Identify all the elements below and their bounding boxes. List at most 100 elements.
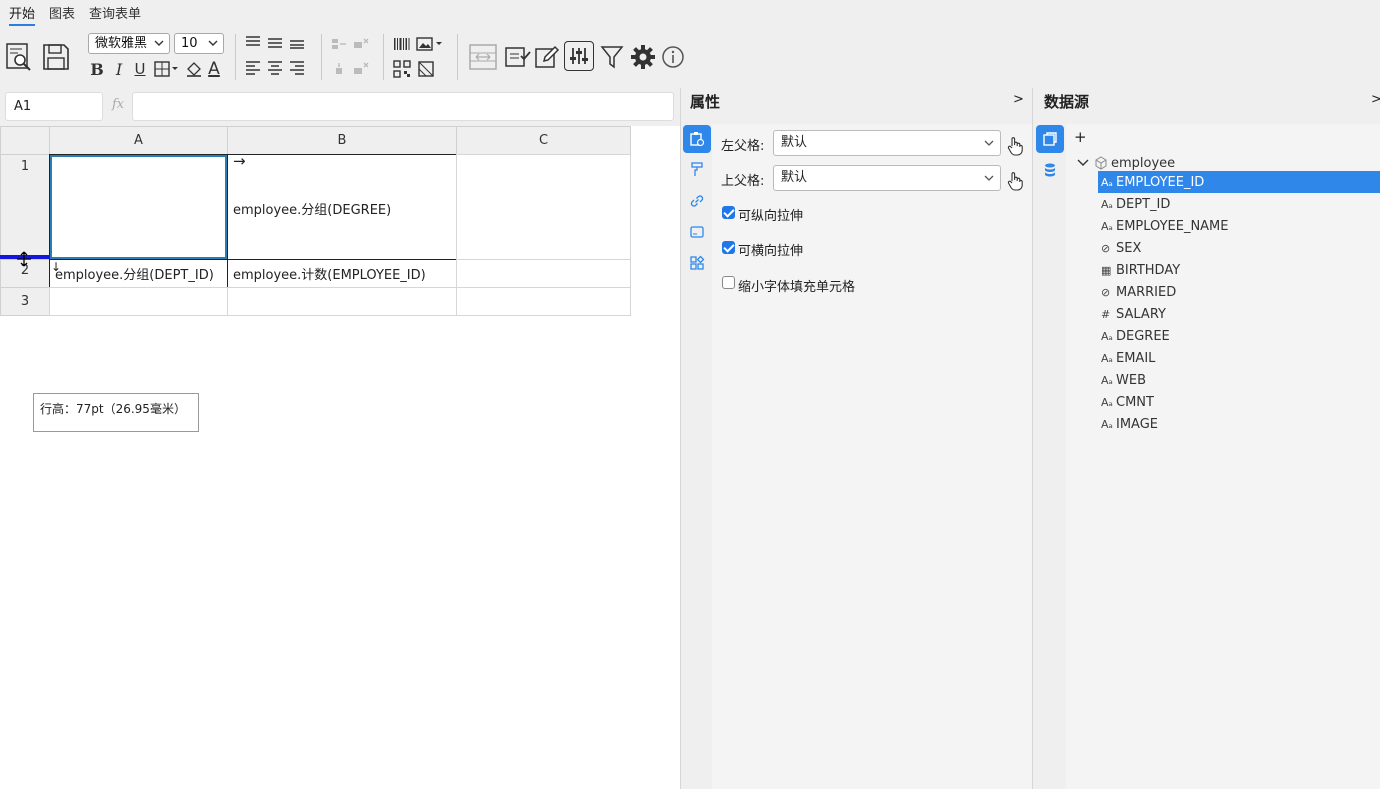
barcode-button[interactable]	[392, 36, 412, 52]
column-header-b[interactable]: B	[227, 126, 457, 155]
align-center-icon	[268, 61, 282, 75]
row-header-1[interactable]: 1	[0, 154, 50, 260]
spreadsheet-grid: A B C 1 2 3 → employee.分组(DEGREE) ↓ empl…	[0, 126, 680, 789]
align-center-button[interactable]	[266, 59, 284, 77]
row-header-3[interactable]: 3	[0, 287, 50, 316]
database-tab[interactable]	[1036, 156, 1064, 184]
properties-collapse-button[interactable]: >	[1013, 92, 1024, 107]
filter-button[interactable]	[598, 41, 626, 73]
delete-row-button[interactable]	[352, 61, 370, 77]
format-tab[interactable]	[683, 156, 711, 184]
cell-b2[interactable]: employee.计数(EMPLOYEE_ID)	[227, 259, 457, 288]
dataset-icon	[1043, 132, 1057, 146]
border-button[interactable]	[153, 59, 181, 79]
fill-color-button[interactable]	[185, 59, 203, 79]
image-button[interactable]	[416, 36, 444, 52]
pointer-pick-icon[interactable]	[1006, 171, 1024, 191]
top-parent-select[interactable]: 默认	[773, 165, 1001, 191]
text-type-icon: Aₐ	[1101, 395, 1113, 409]
left-parent-label: 左父格:	[721, 139, 765, 154]
cell-b1[interactable]: → employee.分组(DEGREE)	[227, 154, 457, 260]
expand-right-arrow: →	[233, 154, 246, 170]
cell-a3[interactable]	[49, 287, 228, 316]
column-header-c[interactable]: C	[456, 126, 631, 155]
widget-tab[interactable]	[683, 249, 711, 277]
field-label: BIRTHDAY	[1116, 262, 1181, 278]
field-employee-id[interactable]: Aₐ EMPLOYEE_ID	[1098, 171, 1380, 193]
field-salary[interactable]: # SALARY	[1098, 303, 1380, 325]
cell-properties-tab[interactable]	[683, 125, 711, 153]
tab-start[interactable]: 开始	[9, 3, 36, 26]
column-header-a[interactable]: A	[49, 126, 228, 155]
field-email[interactable]: Aₐ EMAIL	[1098, 347, 1380, 369]
font-color-button[interactable]: A	[205, 58, 223, 80]
field-birthday[interactable]: ▦ BIRTHDAY	[1098, 259, 1380, 281]
field-sex[interactable]: ⊘ SEX	[1098, 237, 1380, 259]
cell-selection	[50, 155, 227, 259]
field-label: EMAIL	[1116, 350, 1156, 366]
row-column-button[interactable]	[467, 41, 499, 73]
hyperlink-tab[interactable]	[683, 187, 711, 215]
datasource-collapse-button[interactable]: >	[1371, 92, 1380, 107]
cell-c3[interactable]	[456, 287, 631, 316]
font-family-value: 微软雅黑	[95, 36, 148, 51]
italic-button[interactable]: I	[110, 59, 128, 79]
qrcode-button[interactable]	[392, 60, 412, 78]
align-left-icon	[246, 61, 260, 75]
left-parent-select[interactable]: 默认	[773, 130, 1001, 156]
display-tab[interactable]	[683, 218, 711, 246]
pointer-pick-icon[interactable]	[1006, 136, 1024, 156]
field-image[interactable]: Aₐ IMAGE	[1098, 413, 1380, 435]
corner-header[interactable]	[0, 126, 50, 155]
bold-button[interactable]: B	[88, 59, 106, 79]
field-dept-id[interactable]: Aₐ DEPT_ID	[1098, 193, 1380, 215]
parameter-settings-button[interactable]	[564, 41, 594, 71]
edit-button[interactable]	[533, 41, 561, 73]
diagonal-cell-icon	[418, 61, 434, 77]
barcode-icon	[394, 38, 410, 50]
tab-chart[interactable]: 图表	[49, 3, 75, 22]
formula-bar: A1 fx	[0, 88, 680, 126]
horizontal-stretch-checkbox[interactable]	[722, 241, 735, 254]
diagonal-cell-button[interactable]	[416, 60, 436, 78]
cell-b3[interactable]	[227, 287, 457, 316]
align-top-button[interactable]	[244, 34, 262, 50]
settings-button[interactable]	[628, 41, 658, 73]
datasource-panel: 数据源 > + employee Aₐ EMPLOYEE_ID Aₐ DEPT_ID…	[1033, 88, 1380, 789]
tree-root-label: employee	[1111, 155, 1176, 171]
chevron-down-icon[interactable]	[1076, 156, 1090, 170]
align-bottom-button[interactable]	[288, 34, 306, 50]
align-right-button[interactable]	[288, 59, 306, 77]
font-size-select[interactable]: 10	[174, 33, 224, 54]
merge-cells-button[interactable]	[330, 36, 348, 52]
cell-c2[interactable]	[456, 259, 631, 288]
preview-button[interactable]	[4, 41, 34, 73]
tab-query-form[interactable]: 查询表单	[89, 3, 141, 22]
edit-icon	[535, 45, 560, 68]
insert-row-button[interactable]	[330, 61, 348, 77]
align-left-button[interactable]	[244, 59, 262, 77]
tree-root-employee[interactable]: employee	[1076, 153, 1175, 173]
field-degree[interactable]: Aₐ DEGREE	[1098, 325, 1380, 347]
cell-reference-input[interactable]: A1	[5, 92, 103, 121]
report-check-button[interactable]	[502, 41, 532, 73]
formula-input[interactable]	[132, 92, 674, 121]
shrink-to-fit-checkbox[interactable]	[722, 276, 735, 289]
align-middle-button[interactable]	[266, 34, 284, 50]
field-married[interactable]: ⊘ MARRIED	[1098, 281, 1380, 303]
font-family-select[interactable]: 微软雅黑	[88, 33, 170, 54]
field-cmnt[interactable]: Aₐ CMNT	[1098, 391, 1380, 413]
about-button[interactable]	[660, 41, 686, 73]
dataset-tab[interactable]	[1036, 125, 1064, 153]
field-employee-name[interactable]: Aₐ EMPLOYEE_NAME	[1098, 215, 1380, 237]
vertical-stretch-checkbox[interactable]	[722, 206, 735, 219]
field-web[interactable]: Aₐ WEB	[1098, 369, 1380, 391]
cube-icon	[1095, 156, 1107, 170]
properties-title: 属性	[690, 93, 721, 111]
add-dataset-button[interactable]: +	[1074, 128, 1087, 146]
save-button[interactable]	[40, 41, 72, 73]
underline-button[interactable]: U	[131, 59, 149, 79]
cell-c1[interactable]	[456, 154, 631, 260]
cell-a2[interactable]: ↓ employee.分组(DEPT_ID)	[49, 259, 228, 288]
split-cells-button[interactable]	[352, 36, 370, 52]
